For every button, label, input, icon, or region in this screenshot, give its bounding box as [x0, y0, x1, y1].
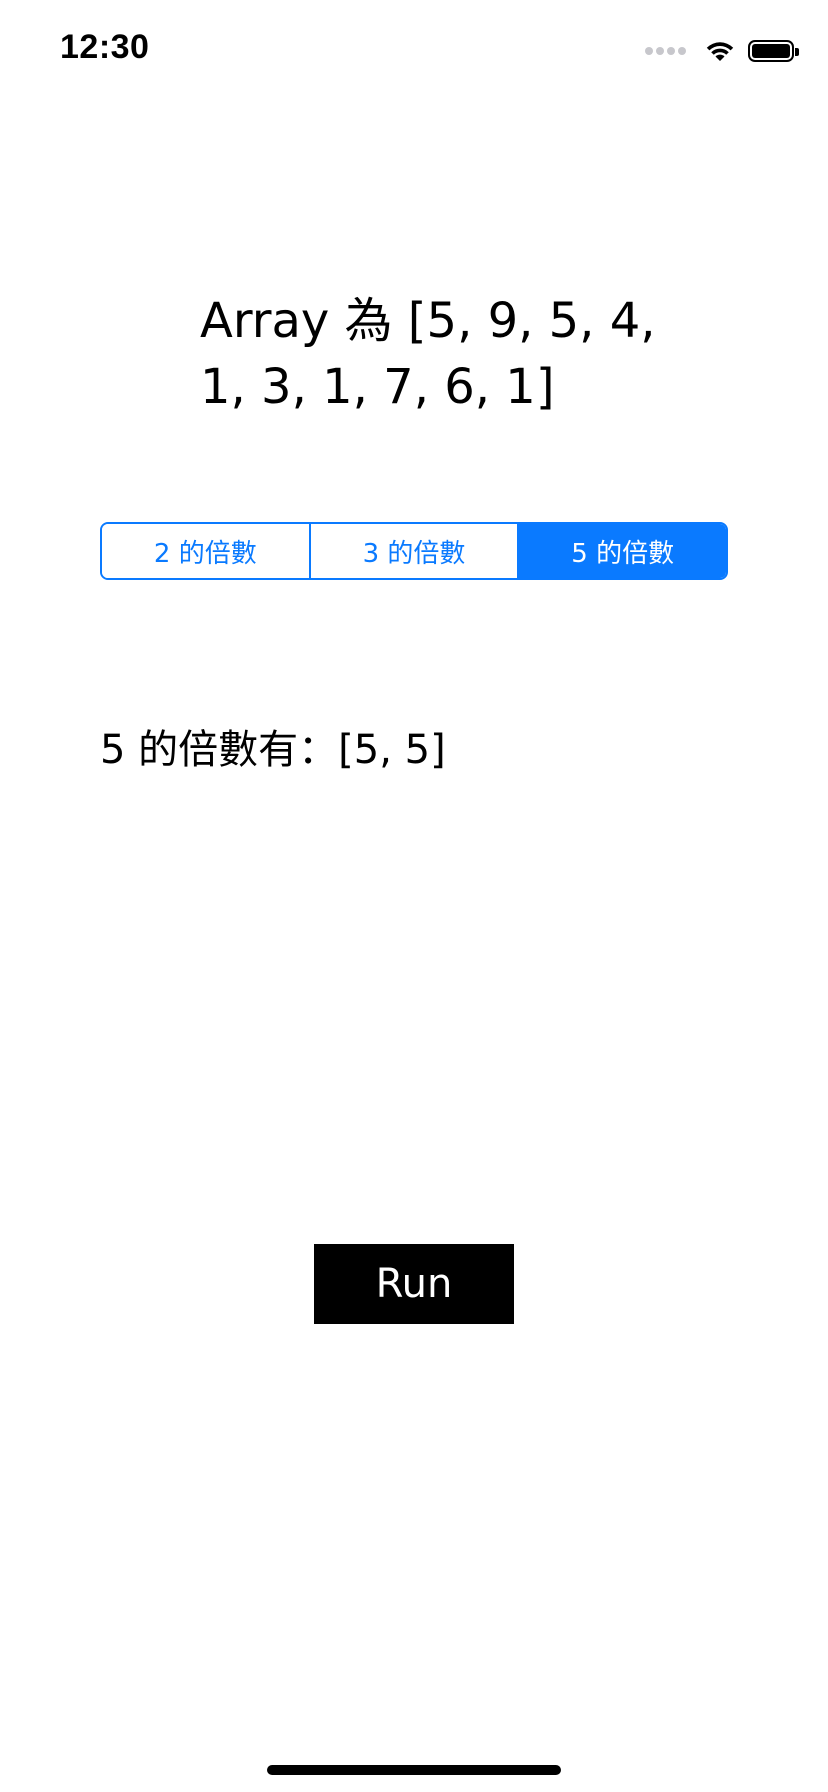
result-label: 5 的倍數有：[5, 5]	[100, 727, 446, 773]
status-bar: 12:30	[0, 0, 828, 100]
segment-multiple-of-3[interactable]: 3 的倍數	[310, 524, 520, 578]
multiple-segmented-control[interactable]: 2 的倍數 3 的倍數 5 的倍數	[100, 522, 728, 580]
home-indicator[interactable]	[267, 1765, 561, 1775]
signal-dots-icon	[645, 47, 686, 55]
status-time: 12:30	[60, 28, 150, 66]
run-button[interactable]: Run	[314, 1244, 514, 1324]
battery-icon	[748, 40, 799, 62]
segment-multiple-of-2[interactable]: 2 的倍數	[102, 524, 311, 578]
array-title: Array 為 [5, 9, 5, 4, 1, 3, 1, 7, 6, 1]	[200, 293, 656, 415]
wifi-icon	[706, 42, 734, 61]
status-icons	[645, 36, 799, 66]
segment-multiple-of-5[interactable]: 5 的倍數	[519, 524, 726, 578]
